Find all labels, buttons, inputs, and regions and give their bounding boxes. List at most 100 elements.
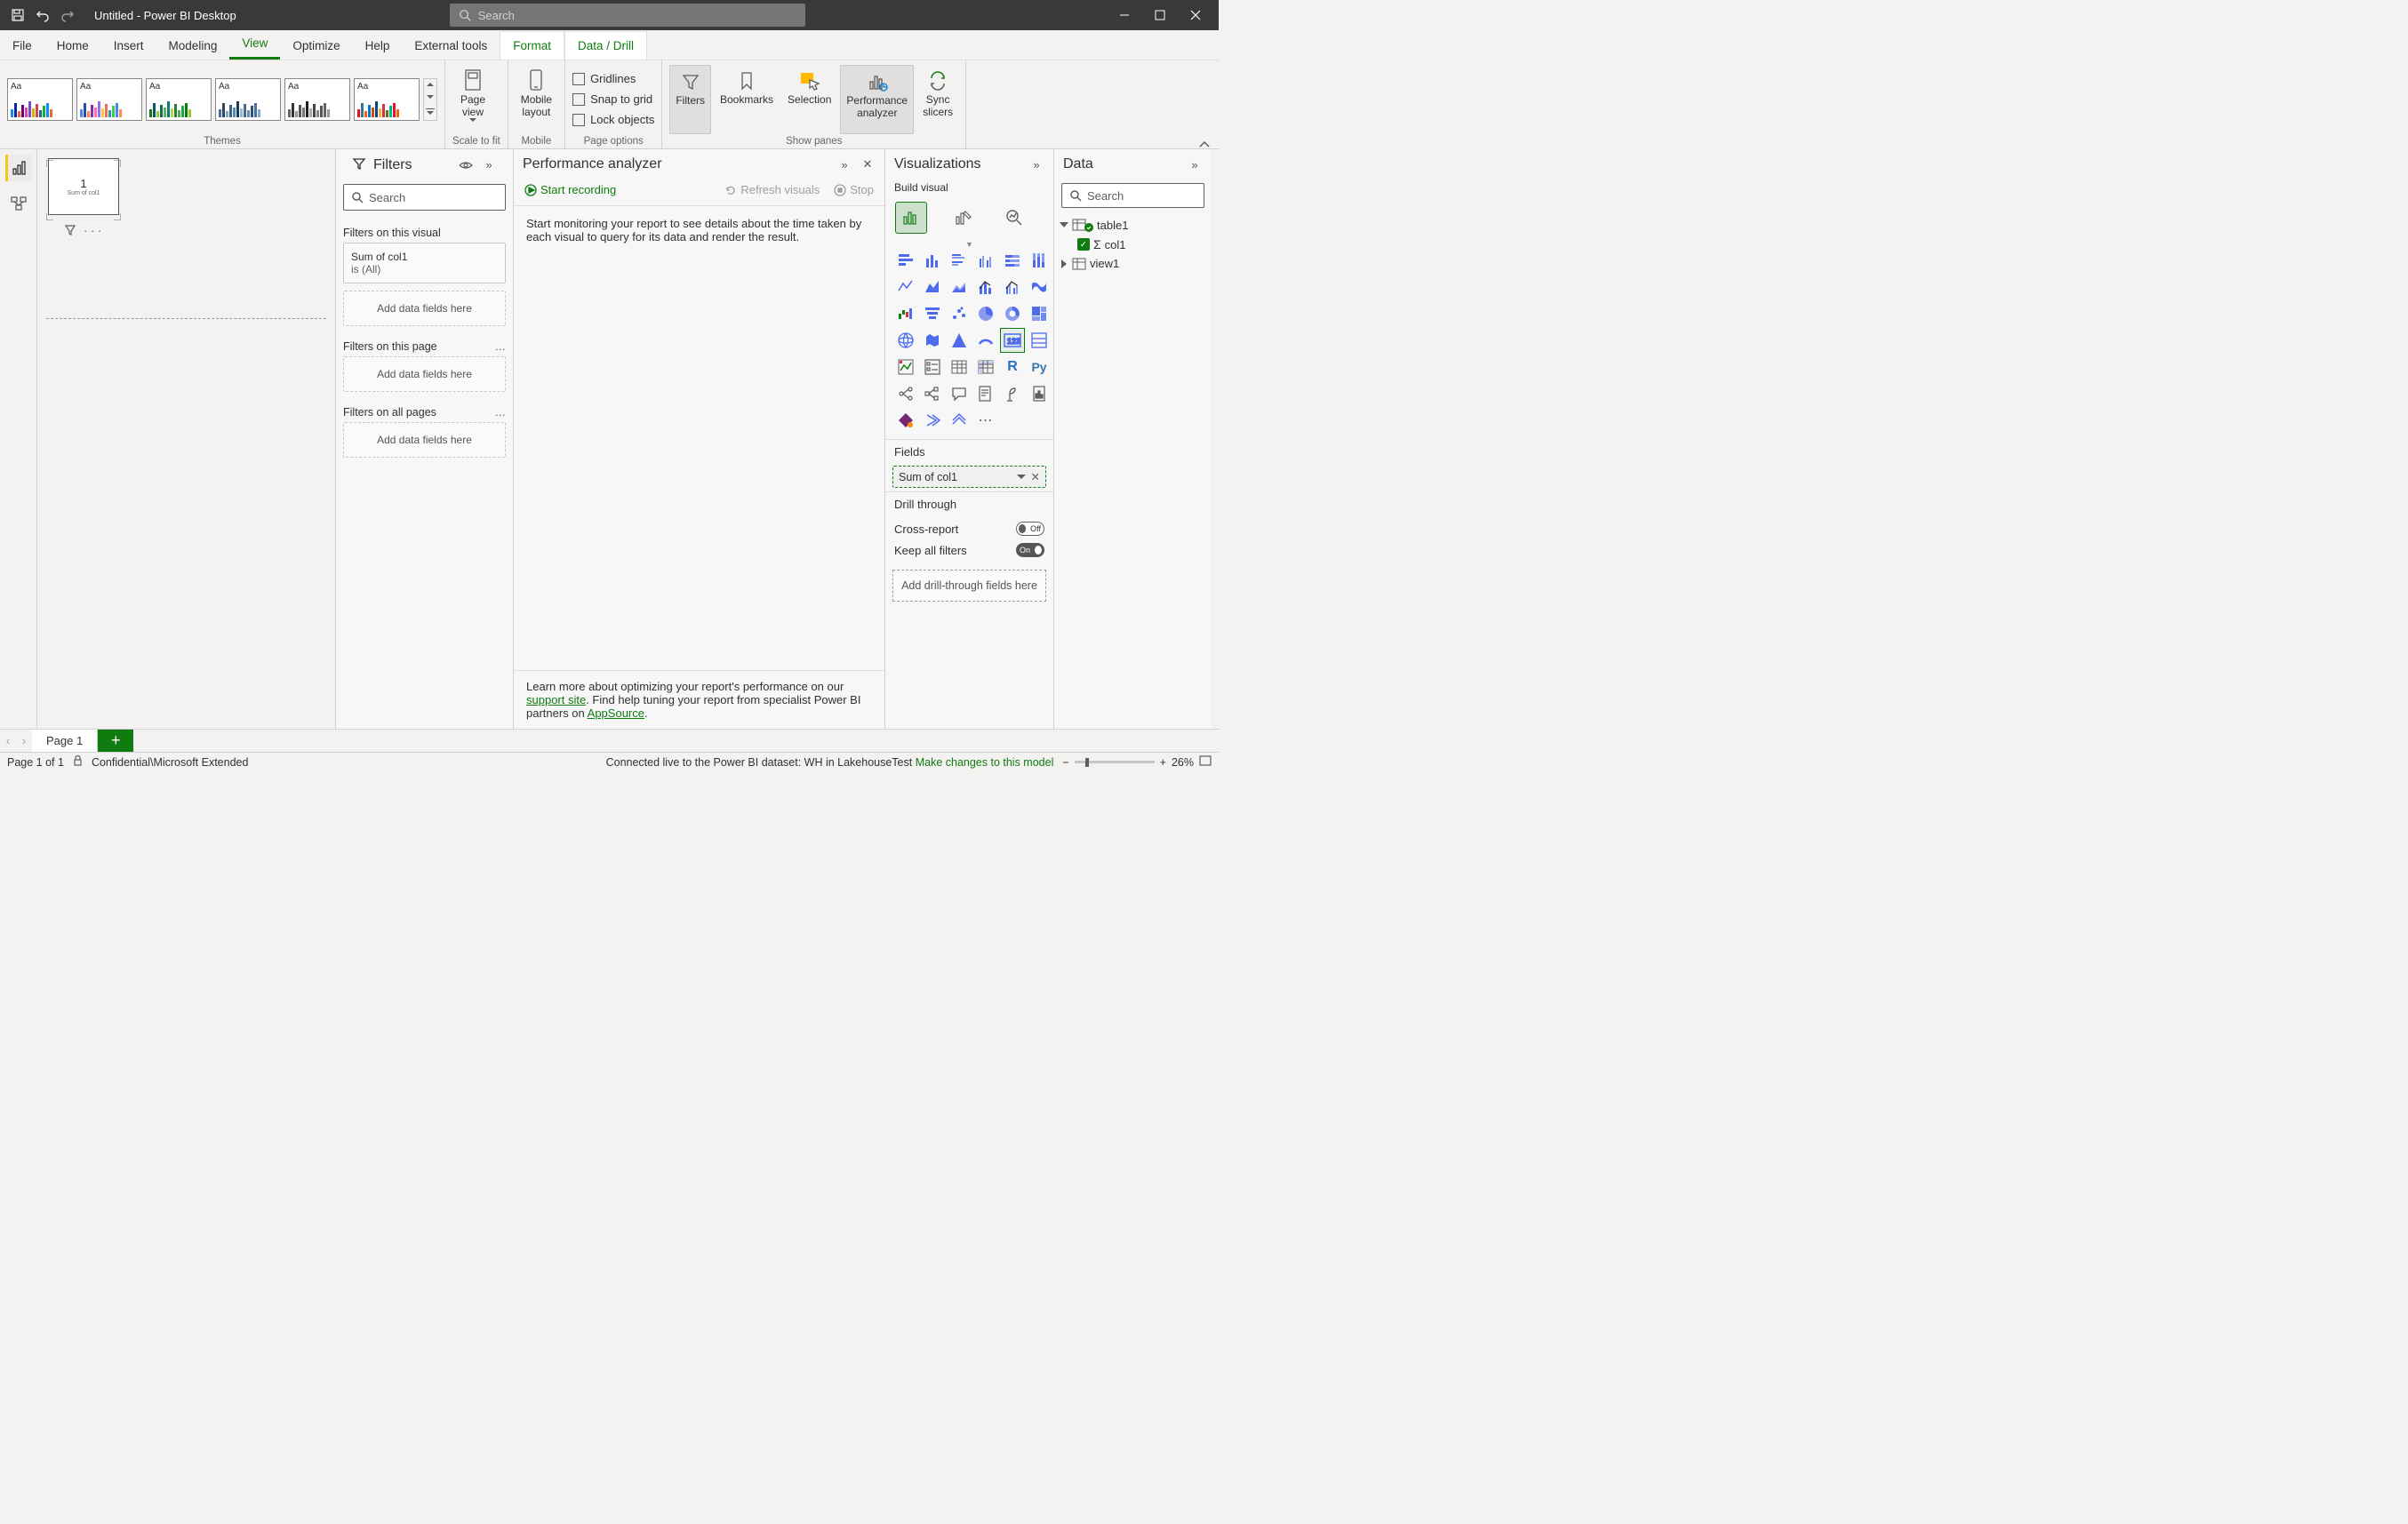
tab-data-drill[interactable]: Data / Drill	[564, 31, 647, 60]
donut-icon[interactable]	[1001, 302, 1024, 325]
lock-check[interactable]: Lock objects	[572, 111, 654, 128]
kpi-icon[interactable]	[894, 355, 917, 379]
keep-filters-toggle[interactable]: On	[1016, 543, 1044, 557]
stop-button[interactable]: Stop	[834, 183, 874, 196]
filters-visual-dropzone[interactable]: Add data fields here	[343, 291, 506, 326]
filters-search[interactable]: Search	[343, 184, 506, 211]
filters-collapse[interactable]: »	[481, 157, 497, 173]
stacked-bar-icon[interactable]	[894, 249, 917, 272]
tab-help[interactable]: Help	[353, 32, 403, 60]
filter-card-col1[interactable]: Sum of col1 is (All)	[343, 243, 506, 283]
table-node[interactable]: table1	[1060, 215, 1206, 235]
filters-page-more[interactable]: …	[495, 340, 507, 353]
decomposition-tree-icon[interactable]	[921, 382, 944, 405]
theme-3[interactable]: Aa	[146, 78, 212, 121]
mobile-layout-button[interactable]: Mobile layout	[516, 65, 557, 134]
fields-well[interactable]: Sum of col1 ✕	[892, 466, 1046, 488]
line-stacked-column-icon[interactable]	[974, 275, 997, 299]
start-recording-button[interactable]: Start recording	[524, 183, 616, 196]
close-button[interactable]	[1178, 0, 1213, 30]
clustered-bar-icon[interactable]	[948, 249, 971, 272]
slicer-icon[interactable]	[921, 355, 944, 379]
drill-dropzone[interactable]: Add drill-through fields here	[892, 570, 1046, 602]
zoom-out[interactable]: −	[1062, 756, 1068, 769]
smart-narrative-icon[interactable]	[974, 382, 997, 405]
performance-analyzer-button[interactable]: Performance analyzer	[840, 65, 914, 134]
view-node[interactable]: view1	[1060, 254, 1206, 273]
area-icon[interactable]	[921, 275, 944, 299]
power-apps-icon[interactable]	[894, 409, 917, 432]
add-page-button[interactable]: +	[98, 730, 133, 752]
cross-report-toggle[interactable]: Off	[1016, 522, 1044, 536]
treemap-icon[interactable]	[1028, 302, 1051, 325]
snap-check[interactable]: Snap to grid	[572, 91, 652, 108]
global-search[interactable]: Search	[450, 4, 805, 27]
sync-slicers-button[interactable]: Sync slicers	[917, 65, 958, 134]
chevron-down-icon[interactable]	[1017, 475, 1026, 480]
r-visual-icon[interactable]: R	[1001, 355, 1024, 379]
scatter-icon[interactable]	[948, 302, 971, 325]
python-visual-icon[interactable]: Py	[1028, 355, 1051, 379]
zoom-slider[interactable]	[1075, 761, 1155, 763]
filters-pane-button[interactable]: Filters	[669, 65, 711, 134]
multi-row-card-icon[interactable]	[1028, 329, 1051, 352]
format-visual-tab[interactable]	[948, 203, 978, 233]
azure-map-icon[interactable]	[948, 329, 971, 352]
analytics-tab[interactable]	[999, 203, 1029, 233]
theme-1[interactable]: Aa	[7, 78, 73, 121]
support-link[interactable]: support site	[526, 693, 586, 706]
theme-2[interactable]: Aa	[76, 78, 142, 121]
tab-modeling[interactable]: Modeling	[156, 32, 230, 60]
refresh-visuals-button[interactable]: Refresh visuals	[724, 183, 820, 196]
power-automate-icon[interactable]	[921, 409, 944, 432]
clustered-column-icon[interactable]	[974, 249, 997, 272]
map-icon[interactable]	[894, 329, 917, 352]
themes-gallery[interactable]: Aa Aa Aa Aa Aa Aa	[7, 64, 437, 134]
tab-insert[interactable]: Insert	[101, 32, 156, 60]
funnel-icon[interactable]	[921, 302, 944, 325]
remove-field-icon[interactable]: ✕	[1031, 470, 1040, 483]
viz-collapse[interactable]: »	[1028, 156, 1044, 172]
paginated-report-icon[interactable]	[1028, 382, 1051, 405]
key-influencers-icon[interactable]	[894, 382, 917, 405]
minimize-button[interactable]	[1107, 0, 1142, 30]
save-icon[interactable]	[9, 6, 27, 24]
zoom-in[interactable]: +	[1160, 756, 1166, 769]
filters-page-dropzone[interactable]: Add data fields here	[343, 356, 506, 392]
goals-icon[interactable]	[1001, 382, 1024, 405]
ribbon-collapse[interactable]	[1190, 60, 1219, 148]
get-more-visuals-icon[interactable]: ⋯	[974, 409, 997, 432]
tab-view[interactable]: View	[229, 29, 280, 60]
checkbox-checked-icon[interactable]: ✓	[1077, 238, 1090, 251]
redo-icon[interactable]	[59, 6, 76, 24]
report-view-button[interactable]	[5, 155, 32, 181]
column-node[interactable]: ✓ Σ col1	[1060, 235, 1206, 254]
tab-home[interactable]: Home	[44, 32, 101, 60]
card-icon[interactable]: 123	[1001, 329, 1024, 352]
page-next[interactable]: ›	[16, 730, 32, 752]
page-prev[interactable]: ‹	[0, 730, 16, 752]
visual-filter-icon[interactable]	[64, 224, 76, 239]
stacked-area-icon[interactable]	[948, 275, 971, 299]
undo-icon[interactable]	[34, 6, 52, 24]
waterfall-icon[interactable]	[894, 302, 917, 325]
fit-page-icon[interactable]	[1199, 755, 1212, 769]
bookmarks-pane-button[interactable]: Bookmarks	[715, 65, 779, 134]
arcgis-icon[interactable]	[948, 409, 971, 432]
filters-show-icon[interactable]	[458, 157, 474, 173]
page-view-button[interactable]: Page view	[452, 65, 493, 134]
tab-format[interactable]: Format	[500, 31, 564, 60]
theme-5[interactable]: Aa	[284, 78, 350, 121]
make-changes-link[interactable]: Make changes to this model	[916, 756, 1054, 769]
build-visual-tab[interactable]	[896, 203, 926, 233]
appsource-link[interactable]: AppSource	[588, 706, 644, 720]
data-search[interactable]: Search	[1061, 183, 1204, 208]
theme-4[interactable]: Aa	[215, 78, 281, 121]
hundred-bar-icon[interactable]	[1001, 249, 1024, 272]
tab-external-tools[interactable]: External tools	[402, 32, 500, 60]
model-view-button[interactable]	[5, 190, 32, 217]
pie-icon[interactable]	[974, 302, 997, 325]
data-collapse[interactable]: »	[1187, 156, 1203, 172]
theme-6[interactable]: Aa	[354, 78, 420, 121]
card-visual[interactable]: 1 Sum of col1	[48, 158, 119, 215]
